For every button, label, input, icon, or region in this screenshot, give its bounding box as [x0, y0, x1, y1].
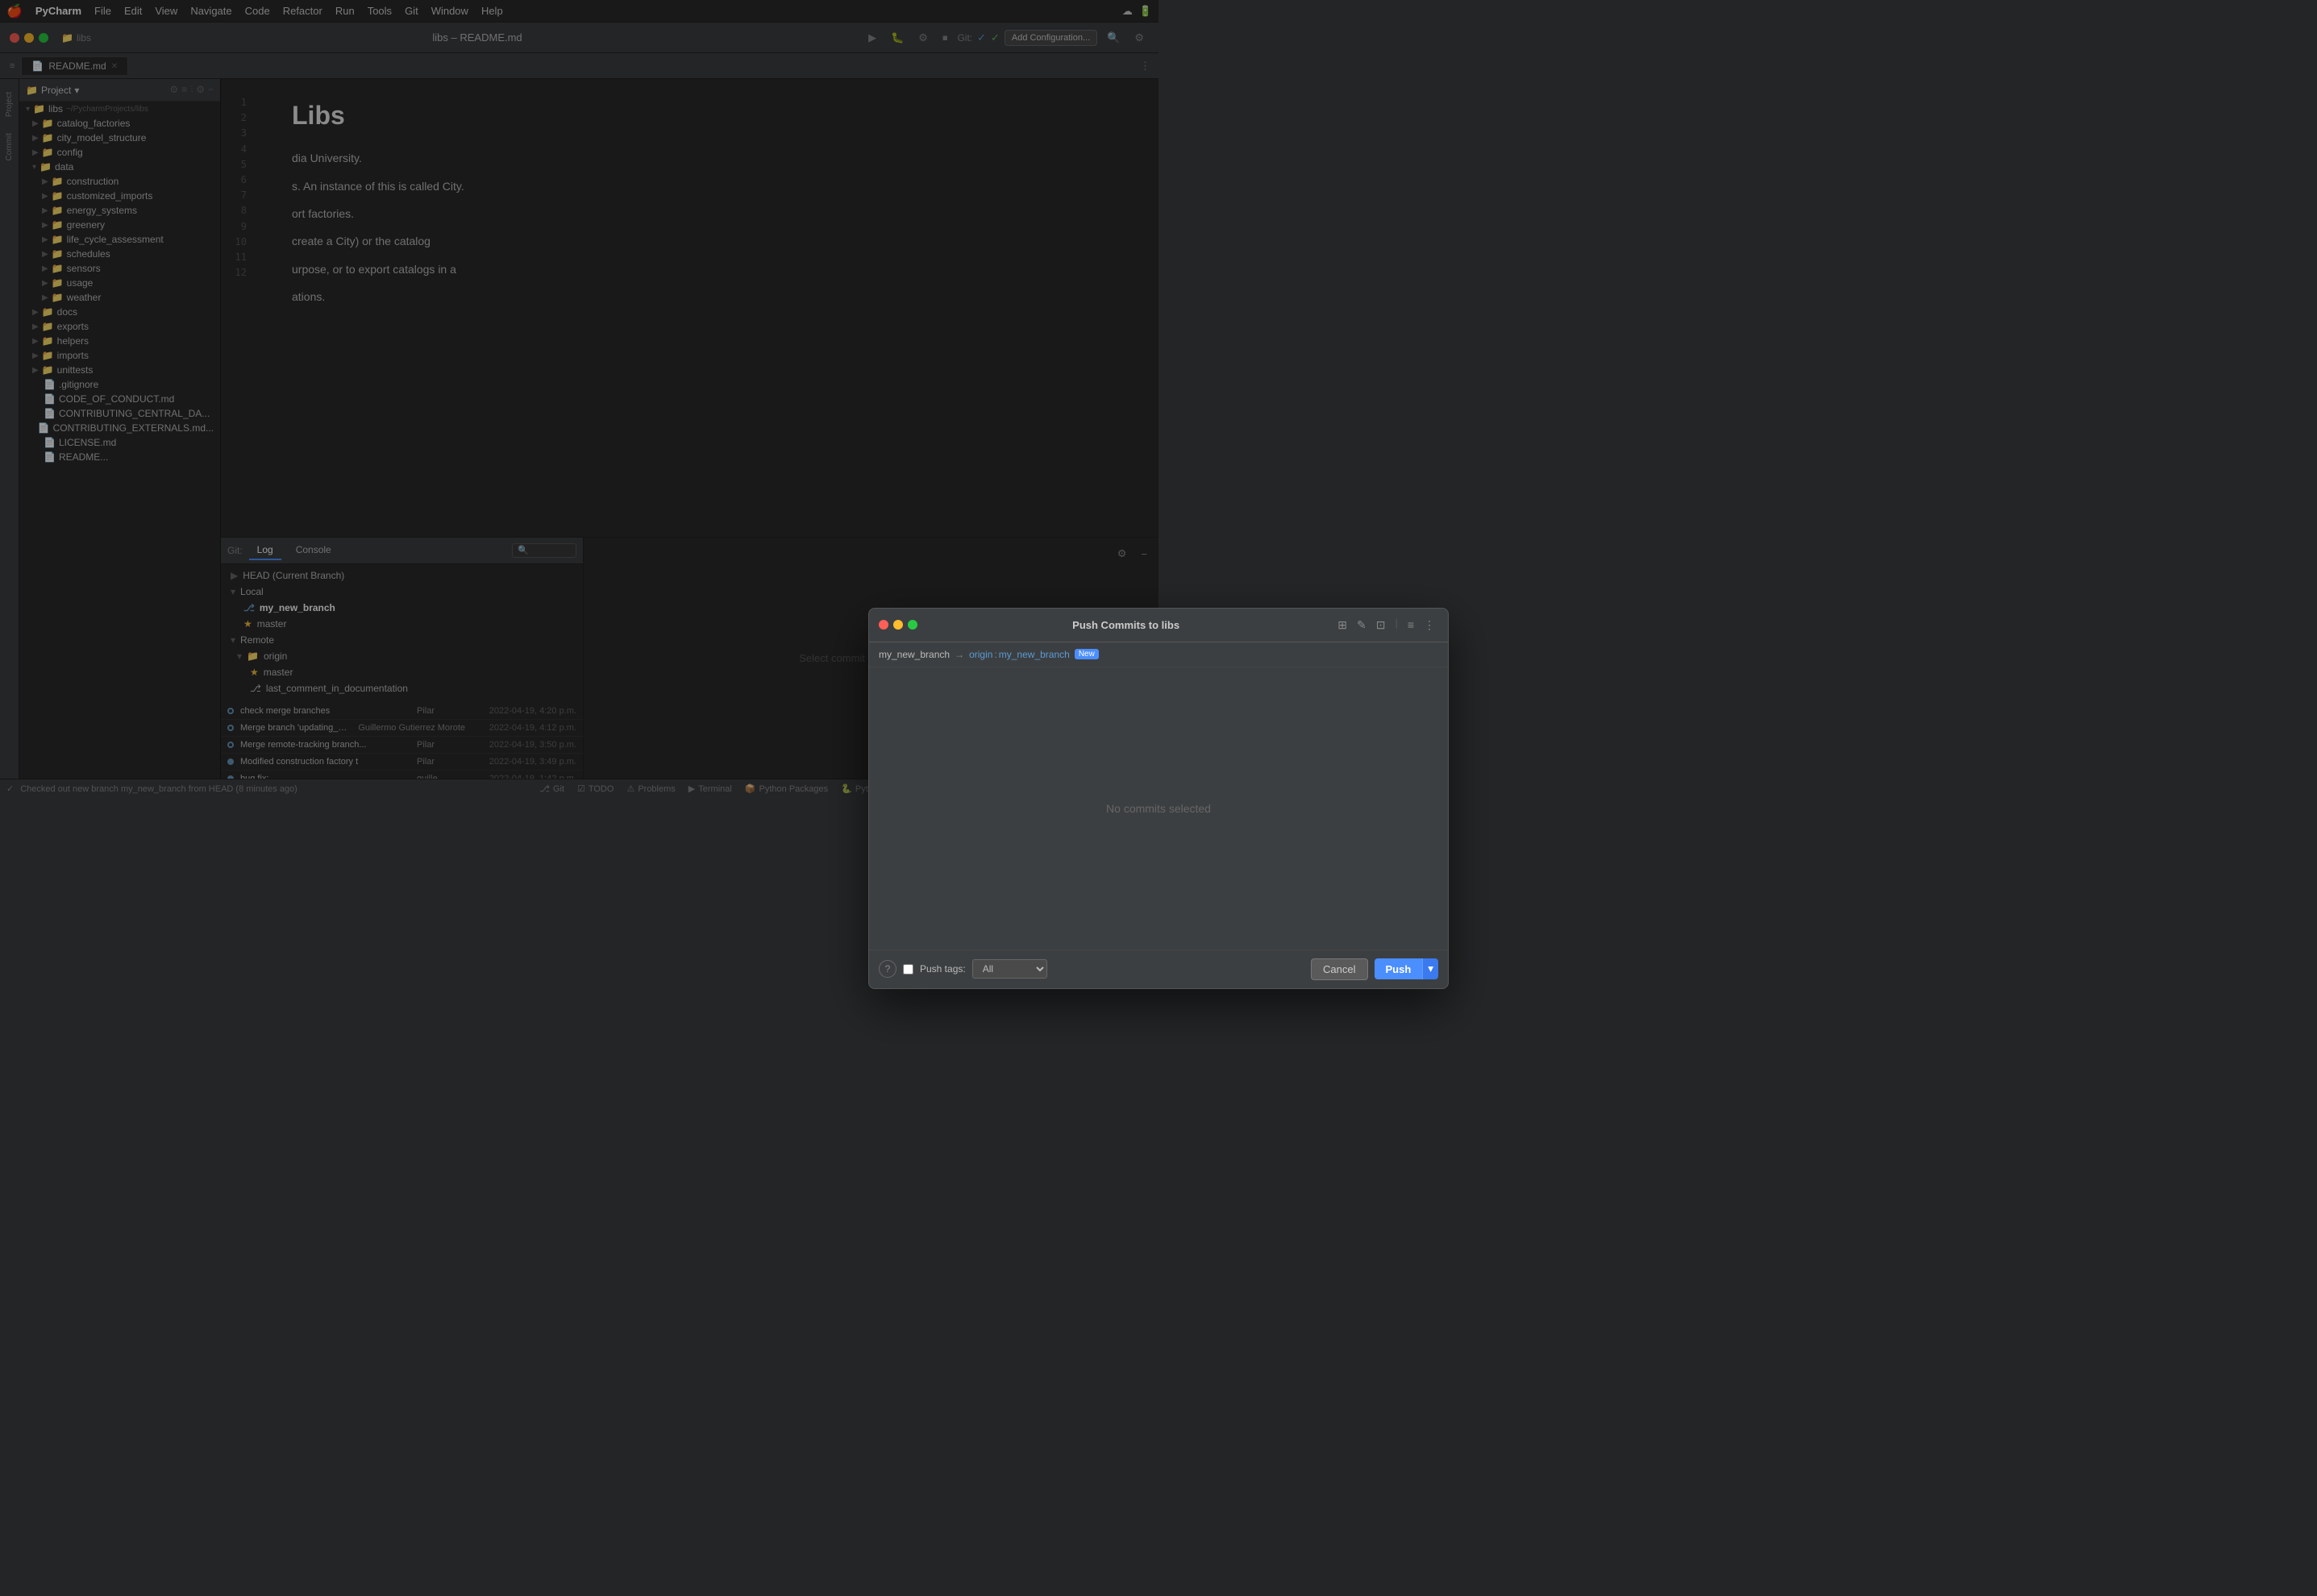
push-dropdown-button[interactable]: ▾ — [1422, 958, 1438, 979]
help-button[interactable]: ? — [879, 960, 896, 978]
modal-footer-right: Cancel Push ▾ — [1311, 958, 1438, 980]
cancel-button[interactable]: Cancel — [1311, 958, 1367, 980]
modal-overlay: Push Commits to libs ⊞ ✎ ⊡ | ≡ ⋮ my_new_… — [0, 0, 2317, 1596]
modal-title: Push Commits to libs — [924, 619, 1328, 631]
modal-minimize-button[interactable] — [893, 620, 903, 630]
modal-edit-icon[interactable]: ✎ — [1354, 617, 1370, 634]
push-tags-label: Push tags: — [920, 963, 966, 975]
push-button[interactable]: Push — [1375, 958, 1423, 979]
branch-origin: origin — [969, 649, 992, 660]
modal-maximize-button[interactable] — [908, 620, 917, 630]
modal-close-button[interactable] — [879, 620, 888, 630]
push-commits-modal: Push Commits to libs ⊞ ✎ ⊡ | ≡ ⋮ my_new_… — [868, 608, 1449, 989]
modal-footer: ? Push tags: All None Annotated Cancel P… — [869, 950, 1448, 988]
separator: | — [1395, 617, 1397, 634]
modal-toolbar: ⊞ ✎ ⊡ | ≡ ⋮ — [1334, 617, 1438, 634]
no-commits-text: No commits selected — [1106, 802, 1211, 815]
push-tags-checkbox[interactable] — [903, 964, 913, 975]
modal-diff-icon[interactable]: ⊡ — [1373, 617, 1389, 634]
modal-more-icon[interactable]: ⋮ — [1421, 617, 1438, 634]
modal-footer-left: ? Push tags: All None Annotated — [879, 959, 1047, 979]
modal-options-icon[interactable]: ≡ — [1404, 617, 1417, 634]
modal-titlebar: Push Commits to libs ⊞ ✎ ⊡ | ≡ ⋮ — [869, 609, 1448, 642]
modal-traffic-lights — [879, 620, 917, 630]
modal-content: No commits selected — [869, 667, 1448, 950]
push-tags-select[interactable]: All None Annotated — [972, 959, 1047, 979]
new-badge: New — [1075, 649, 1099, 659]
branch-to: my_new_branch — [999, 649, 1070, 660]
modal-branch-row: my_new_branch → origin : my_new_branch N… — [869, 642, 1448, 667]
modal-expand-icon[interactable]: ⊞ — [1334, 617, 1350, 634]
branch-from: my_new_branch — [879, 649, 950, 660]
separator: : — [994, 649, 996, 660]
push-button-group: Push ▾ — [1375, 958, 1439, 979]
branch-arrow: → — [955, 649, 964, 660]
